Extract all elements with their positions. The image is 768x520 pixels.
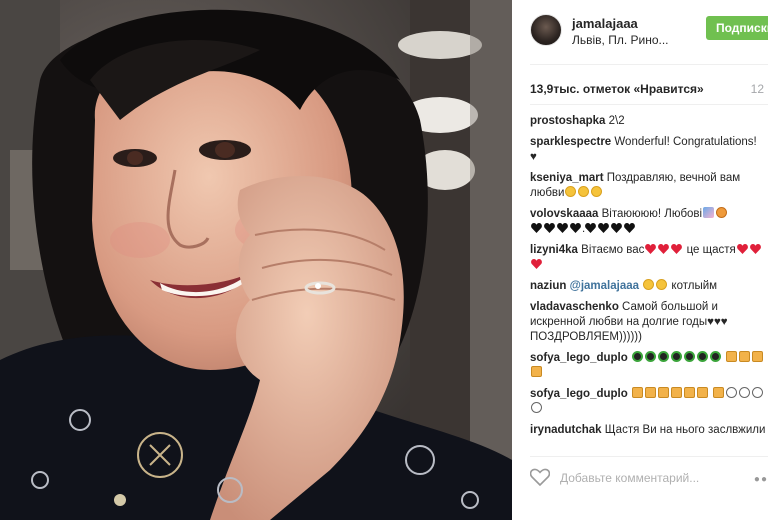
comment-item: kseniya_mart Поздравляю, вечной вам любв… bbox=[530, 171, 766, 201]
post-header: jamalajaaa Львів, Пл. Рино... Подписки bbox=[530, 14, 768, 50]
comment-footer: ●● bbox=[530, 466, 768, 490]
heart-emoji-row: . bbox=[530, 223, 636, 235]
comment-input[interactable] bbox=[558, 466, 742, 490]
comment-item: naziun @jamalajaaa котлыйм bbox=[530, 279, 766, 294]
cat-face-emoji-icon bbox=[716, 207, 728, 218]
post-photo bbox=[0, 0, 512, 520]
divider bbox=[530, 64, 768, 65]
post-sidebar: jamalajaaa Львів, Пл. Рино... Подписки 1… bbox=[512, 0, 768, 520]
gift-emoji-icon bbox=[752, 351, 764, 362]
red-heart-icon bbox=[658, 244, 670, 254]
black-heart-icon bbox=[570, 223, 581, 233]
post-age: 12 bbox=[750, 82, 764, 96]
mention-link[interactable]: @jamalajaaa bbox=[570, 280, 639, 292]
gift-emoji-icon bbox=[531, 366, 542, 377]
gift-emoji-icon bbox=[726, 351, 738, 362]
grinning-emoji-icon bbox=[644, 387, 656, 398]
divider bbox=[530, 456, 768, 457]
heart-eyes-emoji-icon bbox=[643, 279, 655, 290]
comments-list: prostoshapka 2\2 sparklespectre Wonderfu… bbox=[530, 114, 766, 444]
red-heart-icon bbox=[749, 244, 761, 254]
sunglasses-emoji-icon bbox=[709, 351, 721, 362]
location-link[interactable]: Львів, Пл. Рино... bbox=[572, 33, 669, 47]
comment-author[interactable]: irynadutchak bbox=[530, 424, 602, 436]
comment-author[interactable]: sofya_lego_duplo bbox=[530, 352, 628, 364]
heart-eyes-emoji-icon bbox=[565, 186, 577, 197]
sunglasses-emoji-icon bbox=[683, 351, 695, 362]
grinning-emoji-icon bbox=[657, 387, 669, 398]
grinning-emoji-icon bbox=[696, 387, 708, 398]
comment-item: sparklespectre Wonderful! Congratulation… bbox=[530, 135, 766, 165]
black-heart-icon bbox=[624, 223, 636, 233]
comment-text: котлыйм bbox=[668, 280, 718, 292]
grinning-emoji-icon bbox=[670, 387, 682, 398]
red-heart-icon bbox=[531, 259, 542, 269]
sunglasses-emoji-icon bbox=[631, 351, 643, 362]
avatar[interactable] bbox=[530, 14, 562, 46]
sunglasses-emoji-icon bbox=[644, 351, 656, 362]
comment-item: volovskaaaa Вітаюююю! Любові . bbox=[530, 207, 766, 237]
red-heart-icon bbox=[645, 244, 657, 254]
smile-emoji-icon bbox=[578, 186, 590, 197]
sunglasses-emoji-icon bbox=[657, 351, 669, 362]
comment-text: 2\2 bbox=[605, 115, 625, 127]
comment-author[interactable]: lizyni4ka bbox=[530, 244, 578, 256]
comment-item: sofya_lego_duplo bbox=[530, 351, 766, 381]
ring-emoji-icon bbox=[726, 387, 738, 398]
comment-item: irynadutchak Щастя Ви на нього заслвжили bbox=[530, 423, 766, 438]
comment-item: vladavaschenko Самой большой и искренной… bbox=[530, 300, 766, 345]
ring-emoji-icon bbox=[752, 387, 764, 398]
comment-item: lizyni4ka Вітаємо вас це щастя bbox=[530, 243, 766, 273]
ring-emoji-icon bbox=[739, 387, 751, 398]
black-heart-icon bbox=[611, 223, 623, 233]
divider bbox=[530, 104, 768, 105]
magic-wand-emoji-icon bbox=[703, 207, 715, 218]
grinning-emoji-icon bbox=[683, 387, 695, 398]
red-heart-icon bbox=[671, 244, 683, 254]
comment-author[interactable]: sofya_lego_duplo bbox=[530, 388, 628, 400]
username-link[interactable]: jamalajaaa bbox=[572, 16, 638, 31]
red-heart-icon bbox=[736, 244, 748, 254]
comment-item: sofya_lego_duplo bbox=[530, 387, 766, 417]
grinning-emoji-icon bbox=[631, 387, 643, 398]
comment-author[interactable]: volovskaaaa bbox=[530, 208, 598, 220]
black-heart-icon bbox=[557, 223, 568, 233]
follow-button[interactable]: Подписки bbox=[706, 16, 768, 40]
black-heart-icon bbox=[585, 223, 597, 233]
smile-emoji-icon bbox=[591, 186, 603, 197]
comment-author[interactable]: vladavaschenko bbox=[530, 301, 619, 313]
black-heart-icon bbox=[598, 223, 610, 233]
comment-author[interactable]: sparklespectre bbox=[530, 136, 611, 148]
sunglasses-emoji-icon bbox=[670, 351, 682, 362]
grinning-emoji-icon bbox=[713, 387, 725, 398]
comment-text: Вітаюююю! Любові bbox=[598, 208, 703, 220]
comment-author[interactable]: prostoshapka bbox=[530, 115, 605, 127]
comment-author[interactable]: kseniya_mart bbox=[530, 172, 604, 184]
comment-text: Щастя Ви на нього заслвжили bbox=[601, 424, 766, 436]
black-heart-icon bbox=[544, 223, 555, 233]
scream-emoji-icon bbox=[656, 279, 668, 290]
heart-outline-icon[interactable] bbox=[530, 468, 550, 486]
sunglasses-emoji-icon bbox=[696, 351, 708, 362]
more-options-icon[interactable]: ●● bbox=[754, 474, 768, 485]
comment-text-tail: це щастя bbox=[683, 244, 736, 256]
comment-item: prostoshapka 2\2 bbox=[530, 114, 766, 129]
gift-emoji-icon bbox=[739, 351, 751, 362]
comment-text: Вітаємо вас bbox=[577, 244, 645, 256]
comment-author[interactable]: naziun bbox=[530, 280, 566, 292]
likes-row: 13,9тыс. отметок «Нравится» 12 bbox=[530, 82, 764, 100]
black-heart-icon bbox=[531, 223, 542, 233]
likes-count[interactable]: 13,9тыс. отметок «Нравится» bbox=[530, 82, 704, 96]
ring-emoji-icon bbox=[531, 402, 542, 413]
